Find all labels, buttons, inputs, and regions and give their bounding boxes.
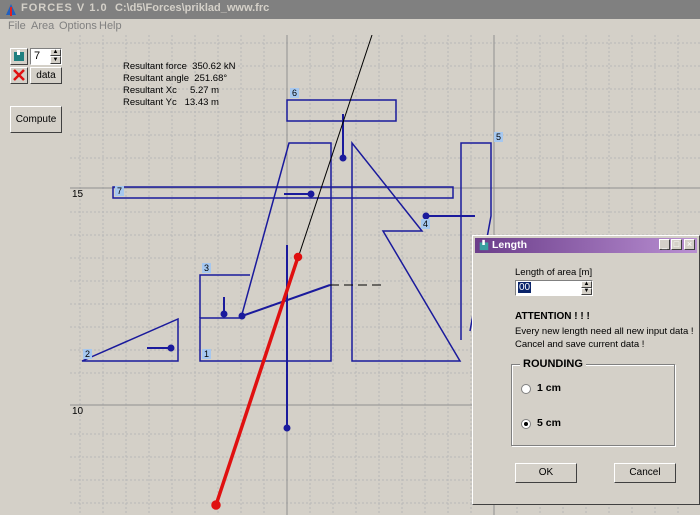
spinner-down-button[interactable]: ▼ xyxy=(50,56,61,64)
result-force: Resultant force 350.62 kN xyxy=(123,61,236,72)
length-value: 00 xyxy=(518,282,532,293)
length-dialog: Length _ □ × Length of area [m] 00 ▲ ▼ A… xyxy=(472,235,700,505)
menu-file[interactable]: File xyxy=(8,20,26,32)
delete-x-icon xyxy=(13,69,25,81)
area-label-3[interactable]: 3 xyxy=(202,263,212,273)
menu-help[interactable]: Help xyxy=(99,20,122,32)
close-icon[interactable]: × xyxy=(684,239,695,250)
radio-5cm[interactable] xyxy=(521,419,531,429)
area-label-7[interactable]: 7 xyxy=(115,186,125,196)
dialog-app-icon xyxy=(479,239,489,251)
radio-5cm-selected-dot xyxy=(524,422,528,426)
area-label-2[interactable]: 2 xyxy=(83,349,93,359)
length-down-button[interactable]: ▼ xyxy=(581,288,592,295)
data-button[interactable]: data xyxy=(30,67,62,84)
delete-button[interactable] xyxy=(10,67,28,84)
attention-message-2: Cancel and save current data ! xyxy=(515,339,645,350)
title-bar: FORCES V 1.0 C:\d5\Forces\priklad_www.fr… xyxy=(0,0,700,19)
minimize-icon[interactable]: _ xyxy=(659,239,670,250)
result-yc: Resultant Yc 13.43 m xyxy=(123,97,219,108)
area-number-value: 7 xyxy=(34,50,41,62)
cancel-button[interactable]: Cancel xyxy=(614,463,676,483)
rounding-label: ROUNDING xyxy=(520,358,586,370)
attention-message-1: Every new length need all new input data… xyxy=(515,326,694,337)
dialog-title: Length xyxy=(492,239,527,251)
area-icon xyxy=(14,50,24,61)
dialog-title-bar[interactable]: Length _ □ × xyxy=(475,238,697,253)
menu-options[interactable]: Options xyxy=(59,20,97,32)
radio-1cm[interactable] xyxy=(521,384,531,394)
area-number-spinner[interactable]: 7 ▲ ▼ xyxy=(30,48,62,65)
length-spinner[interactable]: 00 ▲ ▼ xyxy=(515,280,593,296)
rounding-group xyxy=(511,364,675,446)
app-icon xyxy=(6,4,16,16)
menu-area[interactable]: Area xyxy=(31,20,54,32)
spinner-up-button[interactable]: ▲ xyxy=(50,49,61,56)
area-label-1[interactable]: 1 xyxy=(202,349,212,359)
result-xc: Resultant Xc 5.27 m xyxy=(123,85,220,96)
radio-1cm-label[interactable]: 1 cm xyxy=(537,382,561,394)
y-tick-10: 10 xyxy=(72,406,84,417)
y-tick-15: 15 xyxy=(72,189,84,200)
result-angle: Resultant angle 251.68° xyxy=(123,73,228,84)
length-up-button[interactable]: ▲ xyxy=(581,281,592,288)
length-label: Length of area [m] xyxy=(515,267,593,278)
area-shape-2 xyxy=(81,317,179,362)
area-shape-6 xyxy=(286,99,397,122)
area-label-6[interactable]: 6 xyxy=(290,88,300,98)
file-path: C:\d5\Forces\priklad_www.frc xyxy=(115,2,270,14)
area-label-4[interactable]: 4 xyxy=(421,219,431,229)
ok-button[interactable]: OK xyxy=(515,463,577,483)
area-shape-1 xyxy=(199,142,332,362)
area-shape-4 xyxy=(351,140,462,362)
attention-heading: ATTENTION ! ! ! xyxy=(515,311,590,322)
app-title: FORCES V 1.0 xyxy=(21,2,108,14)
left-panel: 7 ▲ ▼ data Compute xyxy=(0,35,70,515)
area-tool-button[interactable] xyxy=(10,48,28,65)
radio-5cm-label[interactable]: 5 cm xyxy=(537,417,561,429)
menu-bar: File Area Options Help xyxy=(0,19,700,35)
compute-button[interactable]: Compute xyxy=(10,106,62,133)
area-label-5[interactable]: 5 xyxy=(494,132,504,142)
maximize-icon[interactable]: □ xyxy=(671,239,682,250)
